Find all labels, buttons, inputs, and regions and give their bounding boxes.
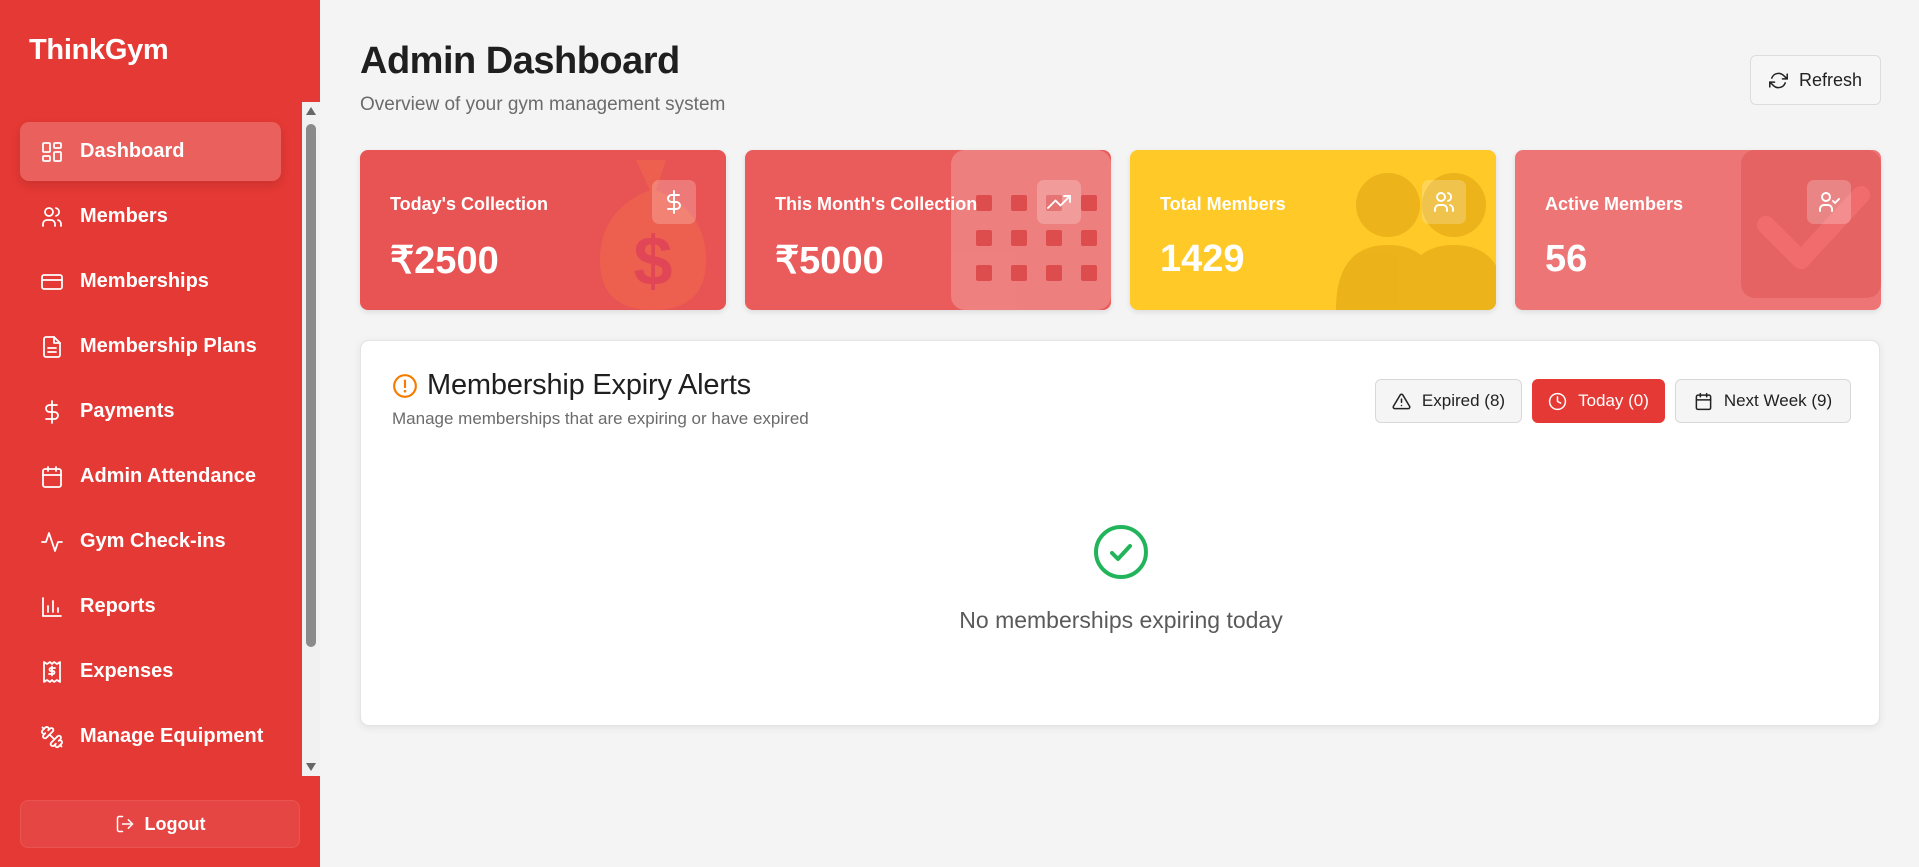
scroll-thumb[interactable] [306,124,316,647]
sidebar-item-memberships[interactable]: Memberships [20,252,281,311]
svg-text:$: $ [634,222,673,300]
panel-title: Membership Expiry Alerts [427,369,751,401]
sidebar-item-label: Memberships [80,270,209,292]
scroll-down-arrow-icon[interactable] [306,763,316,771]
check-illustration-icon [1741,150,1881,298]
sidebar-item-gym-check-ins[interactable]: Gym Check-ins [20,512,281,571]
sidebar-item-label: Reports [80,595,156,617]
page-title: Admin Dashboard [360,40,680,82]
brand-logo[interactable]: ThinkGym [29,34,169,67]
sidebar-item-label: Payments [80,400,175,422]
dollar-icon [40,399,64,424]
sidebar-nav: Dashboard Members Memberships Membership… [0,102,302,776]
sidebar: ThinkGym Dashboard Members Memberships M… [0,0,320,867]
stat-value: 1429 [1160,238,1245,280]
sidebar-scrollbar[interactable] [302,102,320,776]
calendar-icon [40,465,64,489]
refresh-label: Refresh [1798,69,1863,90]
filter-label: Expired (8) [1421,391,1506,410]
logout-button[interactable]: Logout [20,800,300,848]
page-subtitle: Overview of your gym management system [360,94,726,115]
sidebar-item-manage-equipment[interactable]: Manage Equipment [20,707,281,766]
calendar-illustration-icon [951,150,1111,310]
money-bag-icon: $ [600,160,706,310]
empty-state-message: No memberships expiring today [959,607,1283,633]
trending-up-icon [1047,195,1071,209]
sidebar-item-label: Manage Equipment [80,725,264,747]
stat-card-total-members[interactable]: Total Members 1429 [1130,150,1496,310]
filter-next-week-button[interactable]: Next Week (9) [1675,379,1851,423]
calendar-icon [1695,392,1712,410]
stat-label: Active Members [1545,194,1684,214]
sidebar-item-label: Expenses [80,660,174,682]
stat-value: 56 [1545,238,1588,280]
filter-today-button[interactable]: Today (0) [1532,379,1665,423]
credit-card-icon [40,270,64,294]
panel-subtitle: Manage memberships that are expiring or … [392,409,809,428]
scroll-up-arrow-icon[interactable] [306,107,316,115]
sidebar-item-admin-attendance[interactable]: Admin Attendance [20,447,281,506]
alert-triangle-icon [1392,393,1411,409]
sidebar-item-payments[interactable]: Payments [20,382,281,441]
stat-value: ₹5000 [775,240,884,282]
check-circle-icon [1094,525,1148,579]
stat-card-active-members[interactable]: Active Members 56 [1515,150,1881,310]
file-text-icon [40,335,64,359]
expiry-alerts-panel: Membership Expiry Alerts Manage membersh… [360,340,1880,726]
filter-label: Next Week (9) [1723,391,1833,410]
users-icon [40,205,64,229]
clock-icon [1548,392,1567,410]
stat-badge [652,180,696,224]
sidebar-item-label: Admin Attendance [80,465,256,487]
user-check-icon [1819,192,1840,212]
dumbbell-icon [40,725,64,749]
sidebar-item-label: Members [80,205,168,227]
users-icon [1434,192,1454,212]
alert-circle-icon [393,374,417,398]
stat-card-todays-collection[interactable]: $ Today's Collection ₹2500 [360,150,726,310]
people-illustration-icon [1336,173,1496,310]
stat-value: ₹2500 [390,240,499,282]
dollar-icon [667,190,681,214]
stat-label: Total Members [1160,194,1286,214]
sidebar-item-label: Dashboard [80,140,185,162]
sidebar-item-dashboard[interactable]: Dashboard [20,122,281,181]
sidebar-item-label: Gym Check-ins [80,530,226,552]
bar-chart-icon [40,595,64,619]
dashboard-icon [40,140,64,164]
receipt-icon [40,660,64,684]
refresh-icon [1769,72,1788,88]
sidebar-item-reports[interactable]: Reports [20,577,281,636]
sidebar-item-expenses[interactable]: Expenses [20,642,281,701]
stat-label: This Month's Collection [775,194,978,214]
stat-badge [1807,180,1851,224]
refresh-button[interactable]: Refresh [1750,55,1881,105]
filter-label: Today (0) [1578,391,1649,410]
sidebar-item-membership-plans[interactable]: Membership Plans [20,317,281,376]
activity-icon [40,530,64,554]
filter-expired-button[interactable]: Expired (8) [1375,379,1522,423]
stat-badge [1422,180,1466,224]
stat-badge [1037,180,1081,224]
logout-icon [116,815,133,833]
stat-label: Today's Collection [390,194,548,214]
stat-card-month-collection[interactable]: This Month's Collection ₹5000 [745,150,1111,310]
sidebar-item-label: Membership Plans [80,335,257,357]
logout-label: Logout [144,813,206,834]
sidebar-item-members[interactable]: Members [20,187,281,246]
